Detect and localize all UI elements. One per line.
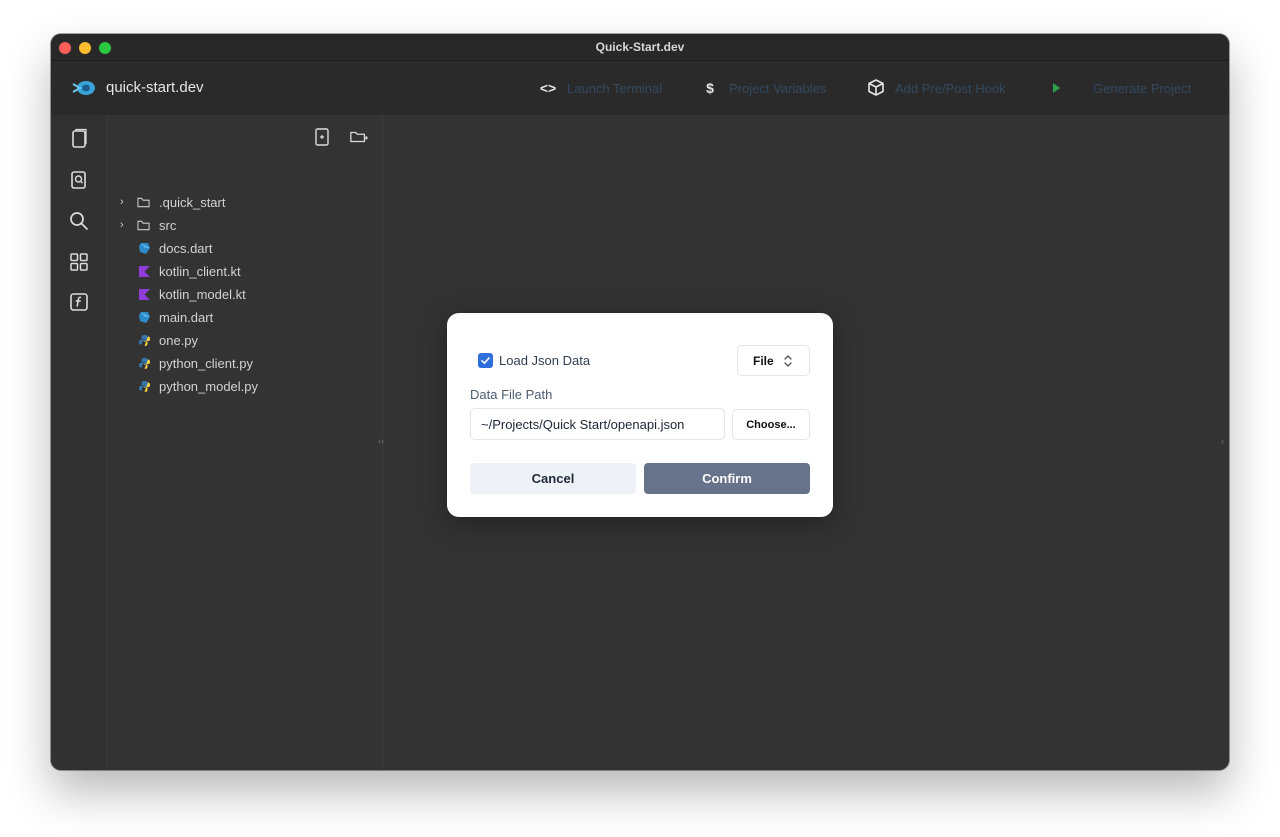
chevron-right-icon: › <box>120 219 124 231</box>
add-hook-button[interactable]: Add Pre/Post Hook <box>865 78 1006 98</box>
project-variables-button[interactable]: $ Project Variables <box>699 78 826 98</box>
generate-project-button[interactable]: Generate Project <box>1045 78 1191 98</box>
cancel-button[interactable]: Cancel <box>470 463 636 494</box>
tree-item-label: one.py <box>159 332 199 348</box>
python-icon <box>139 357 150 369</box>
file-explorer: › .quick_start › src docs.dart kotlin_cl… <box>107 115 383 770</box>
sidebar-resize-handle[interactable]: ‹› <box>378 436 390 448</box>
tree-item-label: docs.dart <box>159 240 213 256</box>
search-files-icon[interactable] <box>68 169 90 191</box>
python-icon <box>139 380 150 392</box>
project-variables-label: Project Variables <box>729 80 827 96</box>
launch-terminal-label: Launch Terminal <box>567 80 663 96</box>
title-bar: Quick-Start.dev <box>51 34 1229 61</box>
updown-chevron-icon <box>784 355 792 367</box>
choose-file-button[interactable]: Choose... <box>732 409 810 440</box>
load-json-checkbox[interactable] <box>478 353 493 368</box>
toolbar: quick-start.dev <> Launch Terminal $ Pro… <box>51 61 1229 115</box>
data-file-path-label: Data File Path <box>470 387 553 402</box>
tree-item-label: src <box>159 217 177 233</box>
files-icon[interactable] <box>68 128 90 150</box>
window-title: Quick-Start.dev <box>595 40 685 54</box>
grid-icon[interactable] <box>68 251 90 273</box>
activity-bar <box>51 115 107 770</box>
code-brackets-icon: <> <box>539 80 557 96</box>
tree-item-quick-start[interactable]: › .quick_start <box>107 192 377 212</box>
load-json-dialog: Load Json Data File Data File Path Choos… <box>447 313 833 517</box>
app-logo-icon <box>72 81 95 95</box>
launch-terminal-button[interactable]: <> Launch Terminal <box>537 78 662 98</box>
kotlin-icon <box>139 265 150 277</box>
checkmark-icon <box>481 357 490 364</box>
add-hook-label: Add Pre/Post Hook <box>895 80 1006 96</box>
chevron-right-icon: › <box>120 196 124 208</box>
tree-item-python-client[interactable]: python_client.py <box>107 353 377 373</box>
tree-item-python-model[interactable]: python_model.py <box>107 376 377 396</box>
tree-item-label: main.dart <box>159 309 214 325</box>
generate-project-label: Generate Project <box>1093 80 1192 96</box>
play-icon <box>1053 83 1060 93</box>
confirm-button[interactable]: Confirm <box>644 463 810 494</box>
kotlin-icon <box>139 288 150 300</box>
tree-item-label: kotlin_client.kt <box>159 263 241 279</box>
source-select[interactable]: File <box>737 345 810 376</box>
dart-icon <box>139 242 150 254</box>
tree-item-kotlin-client[interactable]: kotlin_client.kt <box>107 261 377 281</box>
tree-item-docs-dart[interactable]: docs.dart <box>107 238 377 258</box>
new-folder-icon[interactable] <box>349 127 369 147</box>
load-json-label: Load Json Data <box>499 353 591 368</box>
folder-icon <box>137 197 150 207</box>
tree-item-kotlin-model[interactable]: kotlin_model.kt <box>107 284 377 304</box>
tree-item-label: kotlin_model.kt <box>159 286 246 302</box>
function-icon[interactable] <box>68 291 90 313</box>
tree-item-src[interactable]: › src <box>107 215 377 235</box>
tree-item-label: python_client.py <box>159 355 253 371</box>
data-file-path-input[interactable] <box>470 408 725 440</box>
dart-icon <box>139 311 150 323</box>
tree-item-main-dart[interactable]: main.dart <box>107 307 377 327</box>
source-select-value: File <box>753 354 774 368</box>
tree-item-label: .quick_start <box>159 194 226 210</box>
tree-item-one-py[interactable]: one.py <box>107 330 377 350</box>
search-icon[interactable] <box>68 210 90 232</box>
dollar-icon: $ <box>706 80 714 96</box>
folder-icon <box>137 220 150 230</box>
panel-resize-handle[interactable]: ‹ <box>1221 436 1229 448</box>
tree-item-label: python_model.py <box>159 378 259 394</box>
new-file-icon[interactable] <box>312 127 332 147</box>
python-icon <box>139 334 150 346</box>
app-name: quick-start.dev <box>106 79 204 96</box>
package-icon <box>868 79 884 96</box>
